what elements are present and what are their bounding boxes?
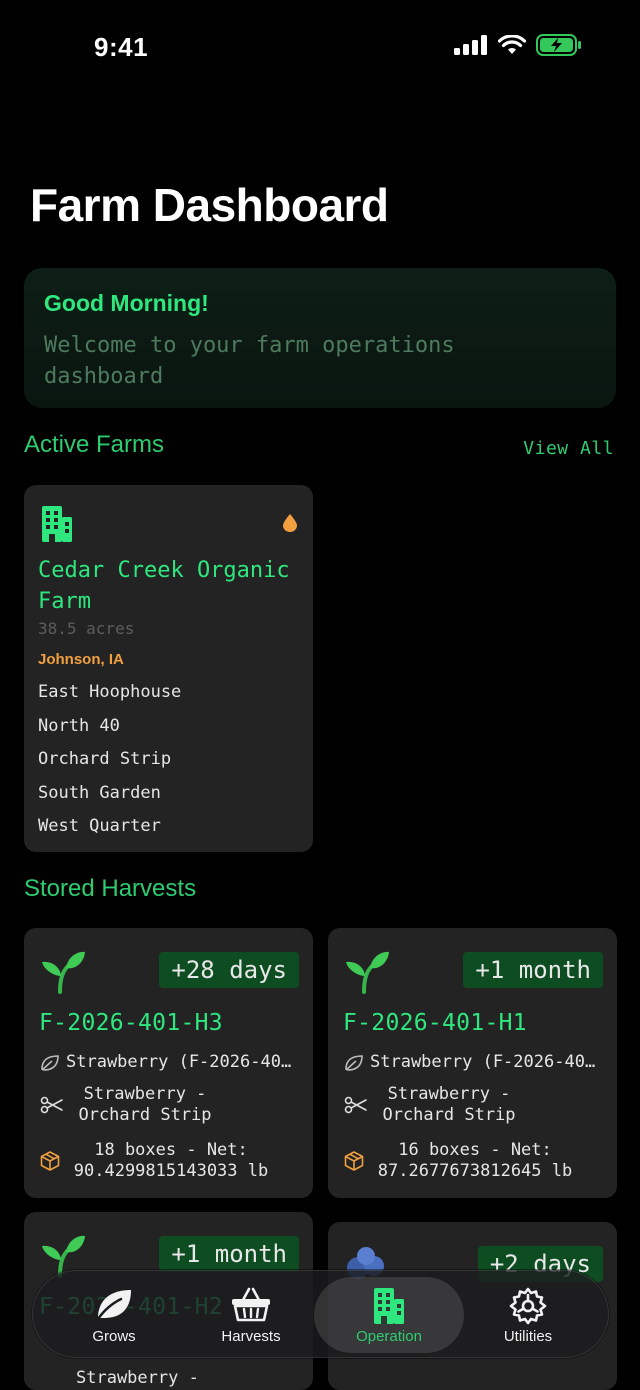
field-item: Orchard Strip: [38, 749, 172, 769]
tab-label: Utilities: [503, 1328, 553, 1345]
signal-icon: [454, 35, 487, 55]
greeting-card: Good Morning! Welcome to your farm opera…: [24, 268, 616, 408]
field-row: Strawberry -: [76, 1368, 199, 1389]
quantity: 18 boxes - Net: 90.4299815143033 lb: [73, 1140, 269, 1181]
age-badge: +28 days: [159, 952, 299, 988]
stored-harvests-title: Stored Harvests: [24, 875, 197, 902]
crop-row: Strawberry (F-2026-401): [344, 1052, 598, 1073]
field-name: Strawberry - Orchard Strip: [382, 1084, 516, 1125]
leaf-icon: [96, 1290, 131, 1321]
crop-name: Strawberry (F-2026-401): [66, 1052, 294, 1072]
harvest-id: F-2026-401-H1: [343, 1010, 527, 1036]
field-name: Strawberry - Orchard Strip: [78, 1084, 212, 1125]
tab-label: Operation: [356, 1328, 422, 1345]
harvest-id: F-2026-401-H3: [39, 1010, 223, 1036]
quantity: 16 boxes - Net: 87.2677673812645 lb: [377, 1140, 573, 1181]
field-item: West Quarter: [38, 816, 161, 836]
age-badge: +1 month: [463, 952, 603, 988]
tab-bar: Grows Harvests Operation Utilities: [32, 1270, 609, 1358]
gear-icon: [509, 1287, 547, 1325]
water-drop-icon: [283, 514, 297, 532]
field-name: Strawberry -: [76, 1368, 199, 1388]
quantity-row: 16 boxes - Net: 87.2677673812645 lb: [344, 1140, 580, 1182]
greeting-title: Good Morning!: [44, 290, 209, 316]
crop-row: Strawberry (F-2026-401): [40, 1052, 294, 1073]
field-item: East Hoophouse: [38, 682, 182, 702]
building-icon: [374, 1288, 404, 1324]
sprout-icon: [346, 951, 389, 994]
field-row: Strawberry - Orchard Strip: [40, 1084, 220, 1126]
leaf-outline-icon: [41, 1054, 59, 1071]
field-row: Strawberry - Orchard Strip: [344, 1084, 524, 1126]
view-all-link[interactable]: View All: [523, 438, 614, 459]
sprout-icon: [42, 951, 85, 994]
status-bar: 9:41: [0, 0, 640, 96]
field-item: South Garden: [38, 782, 161, 803]
greeting-subtitle: Welcome to your farm operations dashboar…: [44, 333, 455, 389]
basket-icon: [232, 1287, 270, 1322]
status-time: 9:41: [94, 32, 149, 62]
battery-charging-icon: [536, 34, 581, 56]
quantity-row: 18 boxes - Net: 90.4299815143033 lb: [40, 1140, 276, 1182]
active-farms-title: Active Farms: [24, 431, 165, 458]
tab-label: Grows: [92, 1328, 136, 1345]
field-list: East Hoophouse North 40 Orchard Strip So…: [38, 681, 181, 849]
farm-card[interactable]: Cedar Creek Organic Farm 38.5 acres John…: [24, 485, 313, 852]
crop-name: Strawberry (F-2026-401): [370, 1052, 598, 1072]
status-icons: [454, 34, 582, 56]
harvest-card[interactable]: +28 days F-2026-401-H3 Strawberry (F-202…: [24, 928, 313, 1198]
scissors-icon: [40, 1096, 63, 1114]
page-title: Farm Dashboard: [30, 179, 389, 231]
wifi-icon: [498, 35, 526, 54]
farm-name: Cedar Creek Organic Farm: [38, 558, 290, 614]
tab-harvests[interactable]: Harvests: [176, 1277, 326, 1353]
tab-grows[interactable]: Grows: [39, 1277, 189, 1353]
scissors-icon: [344, 1096, 367, 1114]
tab-label: Harvests: [221, 1328, 281, 1345]
age-badge: +1 month: [159, 1236, 299, 1272]
farm-acres: 38.5 acres: [38, 619, 135, 638]
field-item: North 40: [38, 715, 120, 736]
box-icon: [40, 1151, 60, 1171]
box-icon: [344, 1151, 364, 1171]
tab-utilities[interactable]: Utilities: [453, 1277, 603, 1353]
tab-operation[interactable]: Operation: [314, 1277, 464, 1353]
leaf-outline-icon: [345, 1054, 363, 1071]
building-icon: [42, 506, 72, 542]
farm-location: Johnson, IA: [38, 651, 124, 668]
harvest-card[interactable]: +1 month F-2026-401-H1 Strawberry (F-202…: [328, 928, 617, 1198]
